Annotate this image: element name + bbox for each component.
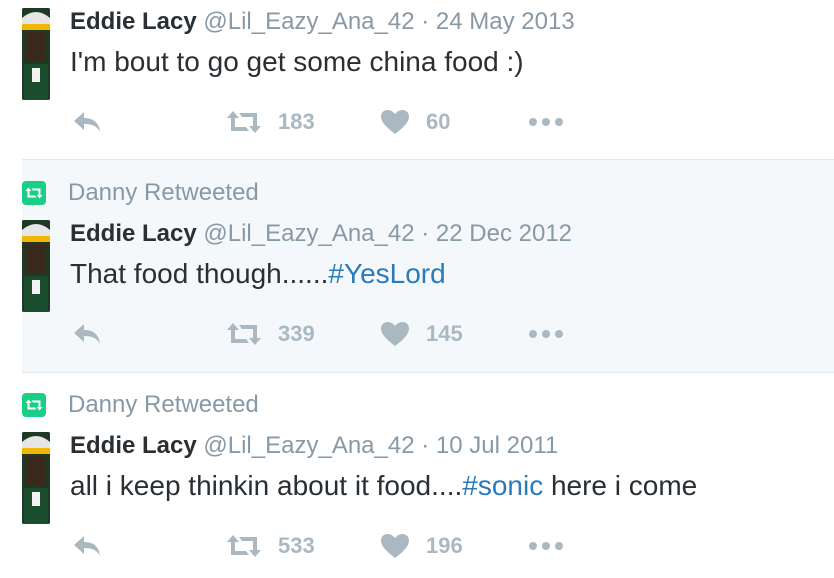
heart-icon [381,110,409,134]
retweeted-by-label[interactable]: Danny Retweeted [68,391,259,419]
tweet-text-tail: here i come [543,470,698,501]
retweet-context-icon [22,393,46,417]
reply-button[interactable] [72,319,102,349]
retweet-context-icon [22,181,46,205]
tweet-date[interactable]: 22 Dec 2012 [436,220,572,247]
tweet-timeline: Eddie Lacy @Lil_Eazy_Ana_42 · 24 May 201… [0,0,834,578]
avatar-image [22,432,50,524]
tweet[interactable]: Danny Retweeted Eddie Lacy @Lil_Eazy_Ana… [22,372,834,578]
like-count: 196 [426,533,463,558]
reply-button[interactable] [72,107,102,137]
reply-icon [74,112,100,132]
tweet-text-body: I'm bout to go get some china food :) [70,46,524,77]
author-name[interactable]: Eddie Lacy [70,8,197,35]
retweet-button[interactable]: 533 [226,531,315,561]
tweet-actions: 339 145 [70,319,590,349]
heart-icon [381,322,409,346]
avatar[interactable] [22,220,50,312]
tweet-text-body: all i keep thinkin about it food.... [70,470,463,501]
avatar[interactable] [22,8,50,100]
heart-icon [381,534,409,558]
like-count: 145 [426,321,463,346]
retweet-icon [227,535,261,557]
author-name[interactable]: Eddie Lacy [70,220,197,247]
tweet-actions: 183 60 [70,107,590,137]
retweet-button[interactable]: 339 [226,319,315,349]
tweet-date[interactable]: 10 Jul 2011 [436,432,558,459]
avatar-image [22,8,50,100]
retweet-count: 339 [278,321,315,346]
tweet-header: Eddie Lacy @Lil_Eazy_Ana_42 · 22 Dec 201… [70,220,572,250]
retweet-button[interactable]: 183 [226,107,315,137]
tweet[interactable]: Eddie Lacy @Lil_Eazy_Ana_42 · 24 May 201… [22,0,834,158]
tweet-text: That food though......#YesLord [70,258,446,290]
retweet-context: Danny Retweeted [22,391,259,419]
more-icon [529,542,563,550]
like-count: 60 [426,109,451,134]
hashtag-link[interactable]: #YesLord [328,258,445,289]
tweet[interactable]: Danny Retweeted Eddie Lacy @Lil_Eazy_Ana… [22,159,834,373]
retweet-count: 533 [278,533,315,558]
more-icon [529,330,563,338]
tweet-header: Eddie Lacy @Lil_Eazy_Ana_42 · 24 May 201… [70,8,575,38]
author-handle[interactable]: @Lil_Eazy_Ana_42 [203,432,414,459]
reply-icon [74,536,100,556]
author-name[interactable]: Eddie Lacy [70,432,197,459]
more-button[interactable] [528,319,564,349]
retweet-icon [227,111,261,133]
tweet-text: all i keep thinkin about it food....#son… [70,470,697,502]
tweet-text-body: That food though...... [70,258,329,289]
reply-button[interactable] [72,531,102,561]
tweet-text: I'm bout to go get some china food :) [70,46,524,78]
more-icon [529,118,563,126]
hashtag-link[interactable]: #sonic [462,470,543,501]
tweet-header: Eddie Lacy @Lil_Eazy_Ana_42 · 10 Jul 201… [70,432,558,462]
header-separator: · [421,8,430,35]
more-button[interactable] [528,531,564,561]
avatar-image [22,220,50,312]
reply-icon [74,324,100,344]
header-separator: · [421,432,430,459]
retweet-context: Danny Retweeted [22,179,259,207]
author-handle[interactable]: @Lil_Eazy_Ana_42 [203,8,414,35]
tweet-date[interactable]: 24 May 2013 [436,8,575,35]
retweet-icon [227,323,261,345]
like-button[interactable]: 60 [380,107,450,137]
more-button[interactable] [528,107,564,137]
retweet-count: 183 [278,109,315,134]
tweet-actions: 533 196 [70,531,590,561]
avatar[interactable] [22,432,50,524]
like-button[interactable]: 196 [380,531,463,561]
retweeted-by-label[interactable]: Danny Retweeted [68,179,259,207]
header-separator: · [421,220,430,247]
like-button[interactable]: 145 [380,319,463,349]
author-handle[interactable]: @Lil_Eazy_Ana_42 [203,220,414,247]
